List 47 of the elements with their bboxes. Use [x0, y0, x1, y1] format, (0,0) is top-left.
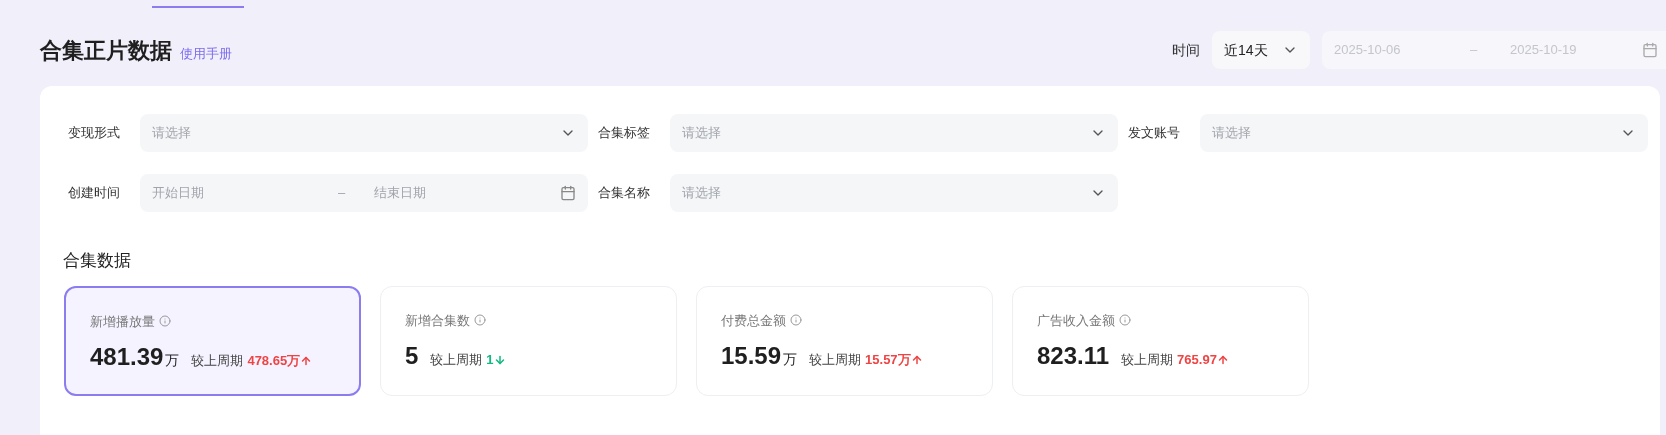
select-field[interactable]: 请选择	[670, 114, 1118, 152]
compare-value: 765.97	[1177, 351, 1217, 369]
metric-unit: 万	[783, 350, 798, 369]
filter-label: 合集标签	[598, 124, 651, 143]
metric-label: 新增播放量	[90, 312, 155, 331]
arrow-up-icon	[910, 353, 923, 366]
metric-card[interactable]: 广告收入金额 823.11 较上周期 765.97	[1012, 285, 1309, 396]
metric-value: 823.11	[1037, 341, 1110, 371]
metric-card[interactable]: 新增播放量 481.39万 较上周期 478.65万	[64, 285, 361, 396]
compare-value: 15.57万	[865, 351, 911, 369]
metric-value: 5	[405, 341, 419, 371]
metric-card[interactable]: 付费总金额 15.59万 较上周期 15.57万	[696, 285, 993, 396]
info-icon	[790, 314, 802, 327]
manual-link[interactable]: 使用手册	[180, 44, 232, 64]
arrow-up-icon	[1216, 353, 1229, 366]
select-field[interactable]: 请选择	[670, 174, 1118, 212]
time-label: 时间	[1172, 40, 1200, 60]
filter-label: 变现形式	[68, 124, 121, 143]
info-icon	[474, 314, 486, 327]
compare-label: 较上周期	[1121, 351, 1174, 369]
metric-label: 付费总金额	[721, 311, 786, 330]
metric-card[interactable]: 新增合集数 5 较上周期 1	[380, 285, 677, 396]
metric-label: 广告收入金额	[1037, 311, 1115, 330]
info-icon	[159, 315, 171, 328]
metric-value: 15.59	[721, 341, 782, 371]
info-icon	[1119, 314, 1131, 327]
compare-value: 1	[486, 351, 494, 369]
time-range-select[interactable]: 近14天	[1212, 31, 1310, 69]
date-range-field[interactable]: 开始日期 – 结束日期	[140, 174, 588, 212]
compare-label: 较上周期	[430, 351, 483, 369]
compare-label: 较上周期	[809, 351, 862, 369]
page-title: 合集正片数据	[40, 36, 172, 65]
metric-unit: 万	[165, 351, 180, 370]
filter-label: 发文账号	[1128, 124, 1181, 143]
calendar-icon	[560, 185, 576, 201]
calendar-icon	[1642, 42, 1658, 58]
metric-value: 481.39	[90, 342, 164, 372]
metric-label: 新增合集数	[405, 311, 470, 330]
filter-label: 合集名称	[598, 184, 651, 203]
arrow-up-icon	[300, 354, 313, 367]
filter-label: 创建时间	[68, 184, 121, 203]
arrow-down-icon	[493, 353, 506, 366]
section-title: 合集数据	[63, 250, 132, 272]
select-field[interactable]: 请选择	[1200, 114, 1648, 152]
select-field[interactable]: 请选择	[140, 114, 588, 152]
compare-value: 478.65万	[247, 352, 301, 370]
compare-label: 较上周期	[191, 352, 244, 370]
